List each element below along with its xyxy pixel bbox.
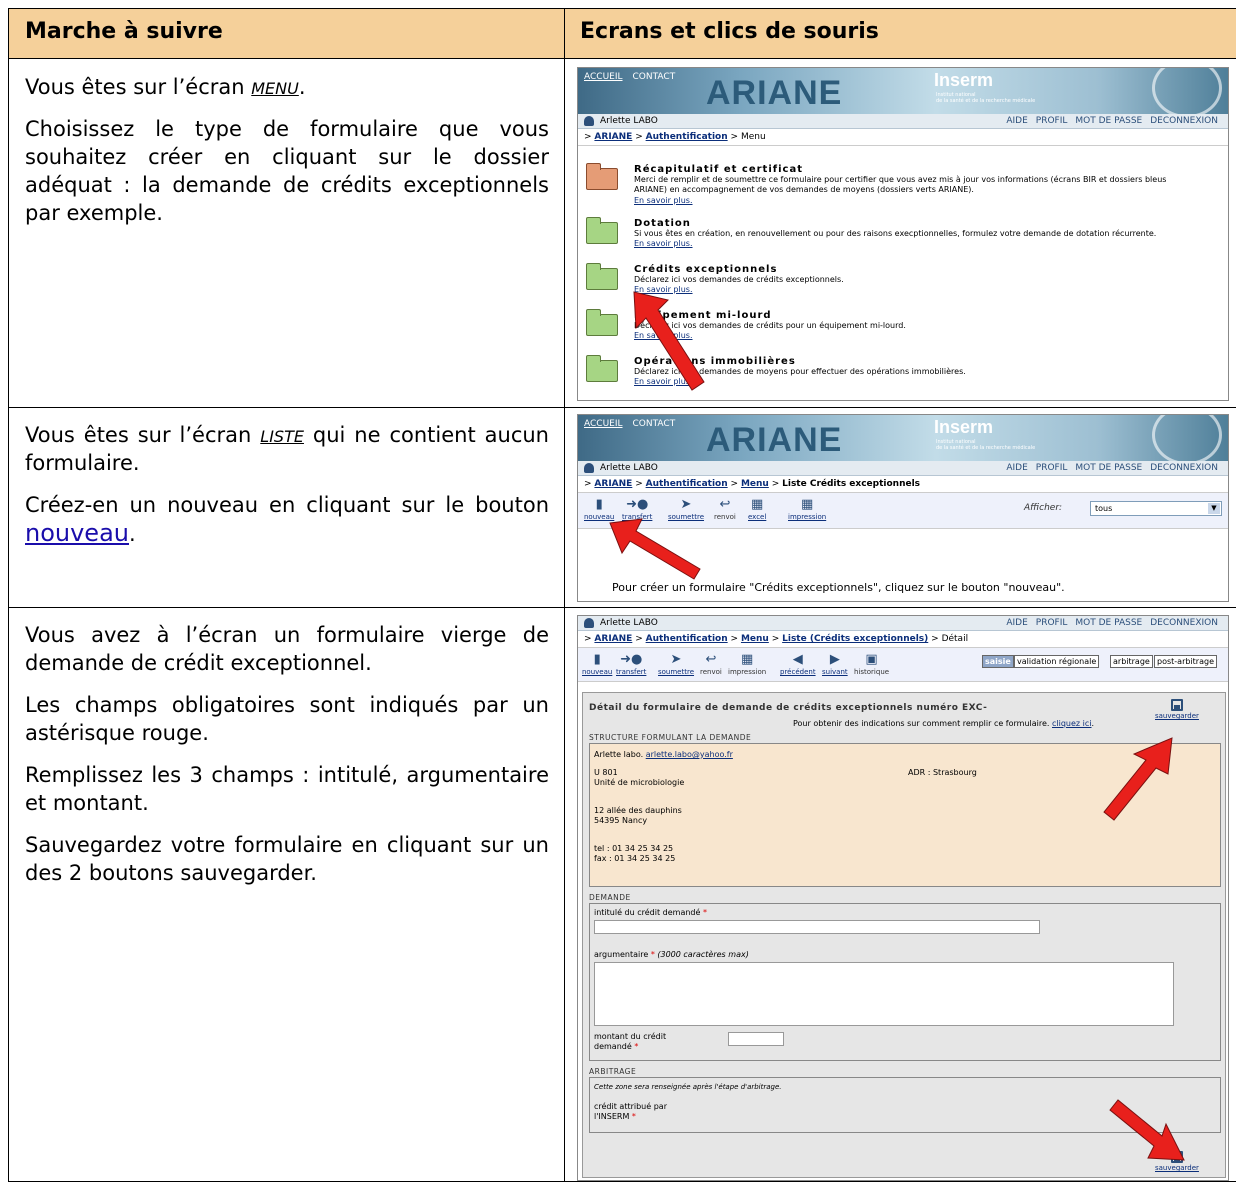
folder-icon [586,263,618,290]
afficher-select[interactable]: tous ▼ [1090,501,1222,516]
mot-de-passe-link[interactable]: MOT DE PASSE [1075,618,1142,628]
screenshot-menu: ACCUEIL CONTACT ARIANE Inserm Institut na… [577,67,1229,401]
ariane-banner: ACCUEIL CONTACT ARIANE Inserm Institut na… [578,68,1228,118]
suivant-button[interactable]: ▶ suivant [822,652,848,676]
intitule-input[interactable] [594,920,1040,934]
inserm-logo: Inserm [934,70,994,90]
user-bar: Arlette LABO AIDE PROFIL MOT DE PASSE DECON… [578,114,1228,129]
screen-name-liste: LISTE [260,427,304,446]
accueil-link[interactable]: ACCUEIL [584,419,623,429]
red-arrow-icon [609,518,701,580]
folder-icon [586,355,618,382]
demande-box: intitulé du crédit demandé * argumentair… [589,903,1221,1061]
section-demande: DEMANDE [589,893,631,902]
historique-button[interactable]: ▣ historique [854,652,889,676]
crumb-ariane[interactable]: ARIANE [594,132,632,142]
renvoi-button[interactable]: ↩ renvoi [714,497,736,521]
ariane-logo: ARIANE [706,74,843,112]
save-disk-icon [1170,699,1183,711]
tab-post-arbitrage[interactable]: post-arbitrage [1154,655,1217,668]
impression-button[interactable]: ▦ impression [788,497,826,521]
row3-instructions: Vous avez à l’écran un formulaire vierge… [25,623,549,885]
contact-link[interactable]: CONTACT [633,72,676,82]
red-arrow-icon [1103,737,1173,821]
more-link[interactable]: En savoir plus. [634,239,693,248]
nouveau-link[interactable]: nouveau [25,519,129,547]
screenshot-detail: Arlette LABO AIDE PROFIL MOT DE PASSE DECON… [577,615,1229,1181]
user-icon [584,116,594,126]
aide-link[interactable]: AIDE [1006,116,1027,126]
montant-input[interactable] [728,1032,784,1046]
row2-instructions: Vous êtes sur l’écran LISTE qui ne conti… [25,423,549,547]
section-arbitrage: ARBITRAGE [589,1067,637,1076]
user-name: Arlette LABO [600,116,658,126]
form-title: Détail du formulaire de demande de crédi… [589,703,988,713]
detail-toolbar: ▮ nouveau ➜● transfert ➤ soumettre ↩ renvoi … [578,648,1228,682]
profil-link[interactable]: PROFIL [1036,463,1068,473]
crumb-auth[interactable]: Authentification [646,132,728,142]
instruction-table: Marche à suivre Ecrans et clics de souri… [8,8,1236,1182]
breadcrumb: > ARIANE > Authentification > Menu [578,129,1228,146]
menu-item-recap[interactable]: Récapitulatif et certificat Merci de rem… [586,163,1226,205]
folder-icon [586,217,618,244]
breadcrumb: > ARIANE > Authentification > Menu > Lis… [578,476,1228,493]
ariane-banner: ACCUEIL CONTACT ARIANE Inserm Institut na… [578,415,1228,465]
folder-icon [586,309,618,336]
chevron-down-icon[interactable]: ▼ [1208,503,1220,514]
cliquez-ici-link[interactable]: cliquez ici [1052,719,1092,728]
user-icon [584,463,594,473]
folder-icon [586,163,618,190]
form-hint: Pour obtenir des indications sur comment… [793,719,1095,728]
tab-saisie[interactable]: saisie [982,655,1014,668]
profil-link[interactable]: PROFIL [1036,116,1068,126]
profil-link[interactable]: PROFIL [1036,618,1068,628]
header-col-steps: Marche à suivre [25,19,223,44]
impression-button[interactable]: ▦ impression [728,652,766,676]
contact-link[interactable]: CONTACT [633,419,676,429]
flask-icon [1152,68,1222,118]
menu-item-dotation[interactable]: Dotation Si vous êtes en création, en re… [586,217,1226,252]
user-bar: Arlette LABO AIDE PROFIL MOT DE PASSE DECON… [578,461,1228,476]
deconnexion-link[interactable]: DECONNEXION [1150,618,1218,628]
transfert-button[interactable]: ➜● transfert [616,652,646,676]
email-link[interactable]: arlette.labo@yahoo.fr [646,750,733,759]
header-col-screens: Ecrans et clics de souris [580,19,879,44]
nouveau-button[interactable]: ▮ nouveau [582,652,612,676]
accueil-link[interactable]: ACCUEIL [584,72,623,82]
soumettre-button[interactable]: ➤ soumettre [658,652,694,676]
tab-arbitrage[interactable]: arbitrage [1110,655,1153,668]
screenshot-liste: ACCUEIL CONTACT ARIANE Inserm Institut na… [577,414,1229,602]
tab-validation-regionale[interactable]: validation régionale [1014,655,1100,668]
ariane-logo: ARIANE [706,421,843,459]
user-icon [584,618,594,628]
deconnexion-link[interactable]: DECONNEXION [1150,116,1218,126]
red-arrow-icon [1109,1099,1185,1161]
aide-link[interactable]: AIDE [1006,618,1027,628]
section-structure: STRUCTURE FORMULANT LA DEMANDE [589,733,752,742]
afficher-label: Afficher: [1024,503,1063,513]
more-link[interactable]: En savoir plus. [634,196,693,205]
deconnexion-link[interactable]: DECONNEXION [1150,463,1218,473]
aide-link[interactable]: AIDE [1006,463,1027,473]
precedent-button[interactable]: ◀ précédent [780,652,816,676]
save-button-top[interactable]: sauvegarder [1155,699,1199,720]
argumentaire-textarea[interactable] [594,962,1174,1026]
user-bar: Arlette LABO AIDE PROFIL MOT DE PASSE DECON… [578,616,1228,631]
red-arrow-icon [633,291,705,391]
mot-de-passe-link[interactable]: MOT DE PASSE [1075,463,1142,473]
breadcrumb: > ARIANE > Authentification > Menu > Lis… [578,631,1228,648]
excel-button[interactable]: ▦ excel [748,497,766,521]
flask-icon [1152,415,1222,465]
inserm-logo: Inserm [934,417,994,437]
mot-de-passe-link[interactable]: MOT DE PASSE [1075,116,1142,126]
renvoi-button[interactable]: ↩ renvoi [700,652,722,676]
row1-instructions: Vous êtes sur l’écran MENU. Choisissez l… [25,75,549,225]
screen-name-menu: MENU [251,79,299,98]
